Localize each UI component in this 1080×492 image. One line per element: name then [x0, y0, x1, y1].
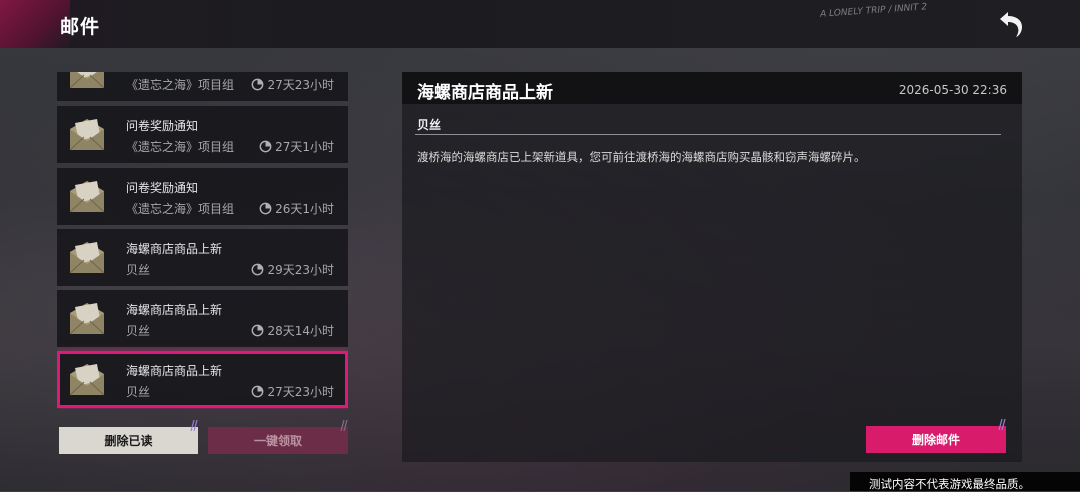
- timer-icon: [251, 324, 264, 337]
- mail-item-time-text: 26天1小时: [275, 202, 334, 216]
- mail-detail-panel: 海螺商店商品上新 2026-05-30 22:36 贝丝 渡桥海的海螺商店已上架…: [402, 72, 1022, 462]
- envelope-icon: [67, 238, 107, 276]
- timer-icon: [251, 78, 264, 91]
- mail-item-title: 海螺商店商品上新: [126, 303, 223, 317]
- mail-list[interactable]: 海螺商店商品上新《遗忘之海》项目组27天23小时问卷奖励通知《遗忘之海》项目组2…: [57, 72, 348, 409]
- top-bar: 邮件 A LONELY TRIP / INNIT 2: [0, 0, 1080, 48]
- mail-item-time-text: 28天14小时: [267, 324, 334, 338]
- page-title: 邮件: [60, 16, 101, 38]
- back-arrow-icon[interactable]: [994, 10, 1026, 38]
- mail-detail-title: 海螺商店商品上新: [417, 83, 553, 103]
- mail-item-time: 27天1小时: [259, 138, 334, 155]
- mail-detail-header: 海螺商店商品上新 2026-05-30 22:36: [402, 72, 1022, 104]
- button-slash-mark: [998, 419, 1006, 430]
- envelope-icon: [67, 177, 107, 215]
- header-scribble: A LONELY TRIP / INNIT 2: [819, 2, 928, 20]
- mail-detail-sender: 贝丝: [417, 118, 442, 132]
- timer-icon: [251, 385, 264, 398]
- mail-item-time-text: 27天1小时: [275, 140, 334, 154]
- timer-icon: [259, 140, 272, 153]
- mail-item-time: 27天23小时: [251, 383, 334, 400]
- mail-detail-date: 2026-05-30 22:36: [898, 83, 1007, 97]
- mail-item-time: 27天23小时: [251, 76, 334, 93]
- timer-icon: [251, 263, 264, 276]
- mail-detail-body: 渡桥海的海螺商店已上架新道具，您可前往渡桥海的海螺商店购买晶骸和窃声海螺碎片。: [417, 150, 866, 164]
- mail-item-time-text: 27天23小时: [267, 385, 334, 399]
- divider: [415, 134, 1001, 135]
- mail-item[interactable]: 海螺商店商品上新《遗忘之海》项目组27天23小时: [57, 72, 348, 101]
- mail-item-title: 海螺商店商品上新: [126, 242, 223, 256]
- mail-item-sender: 贝丝: [126, 263, 151, 277]
- mail-item[interactable]: 问卷奖励通知《遗忘之海》项目组 27天1小时: [57, 106, 348, 163]
- button-slash-mark: [190, 420, 198, 431]
- mail-item-sender: 《遗忘之海》项目组: [126, 140, 235, 154]
- mail-item-sender: 贝丝: [126, 385, 151, 399]
- mail-item-title: 问卷奖励通知: [126, 181, 199, 195]
- delete-read-button[interactable]: 删除已读: [59, 427, 198, 454]
- envelope-icon: [67, 115, 107, 153]
- mail-item[interactable]: 海螺商店商品上新 贝丝 27天23小时: [57, 351, 348, 408]
- delete-mail-button[interactable]: 删除邮件: [866, 426, 1006, 453]
- mail-item-sender: 《遗忘之海》项目组: [126, 78, 235, 92]
- mail-item-time-text: 29天23小时: [267, 263, 334, 277]
- mail-item-time: 26天1小时: [259, 200, 334, 217]
- mail-item[interactable]: 问卷奖励通知《遗忘之海》项目组 26天1小时: [57, 168, 348, 225]
- mail-item[interactable]: 海螺商店商品上新 贝丝 29天23小时: [57, 229, 348, 286]
- mail-item[interactable]: 海螺商店商品上新 贝丝 28天14小时: [57, 290, 348, 347]
- disclaimer-text: 测试内容不代表游戏最终品质。: [869, 477, 1030, 491]
- envelope-icon: [67, 360, 107, 398]
- mail-item-title: 海螺商店商品上新: [126, 364, 223, 378]
- mail-item-sender: 《遗忘之海》项目组: [126, 202, 235, 216]
- claim-all-button[interactable]: 一键领取: [208, 427, 348, 454]
- timer-icon: [259, 202, 272, 215]
- mail-item-time: 28天14小时: [251, 322, 334, 339]
- mail-item-time-text: 27天23小时: [267, 78, 334, 92]
- envelope-icon: [67, 299, 107, 337]
- button-slash-mark: [340, 420, 348, 431]
- mail-item-sender: 贝丝: [126, 324, 151, 338]
- envelope-icon: [67, 72, 107, 91]
- mail-item-time: 29天23小时: [251, 261, 334, 278]
- mail-item-title: 问卷奖励通知: [126, 119, 199, 133]
